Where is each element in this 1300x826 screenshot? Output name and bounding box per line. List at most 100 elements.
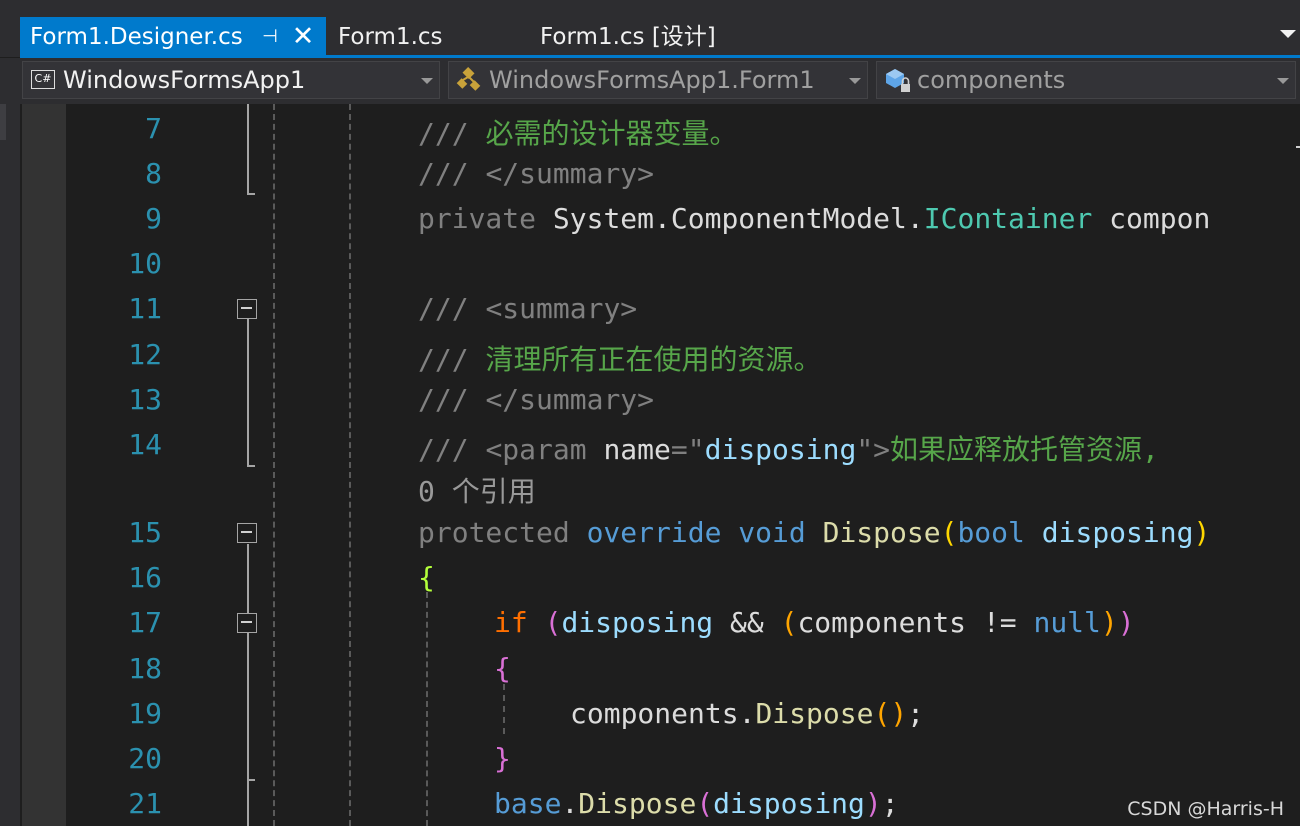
line-number: 9 (145, 202, 162, 235)
tab-label: Form1.Designer.cs (30, 24, 243, 50)
code-line-13: /// </summary> (418, 383, 654, 416)
codelens-references-link[interactable]: 0 个引用 (418, 470, 536, 510)
operator-and: && (713, 606, 781, 639)
navigation-bar: C# WindowsFormsApp1 WindowsFormsApp1.For… (0, 58, 1300, 104)
pin-icon[interactable]: ⊣ (258, 17, 282, 57)
left-scroll-strip (0, 104, 20, 826)
outline-line (247, 104, 249, 193)
code-line-8: /// </summary> (418, 157, 654, 190)
indent-guide (349, 104, 351, 826)
line-number: 7 (145, 112, 162, 145)
line-number: 10 (128, 247, 162, 280)
code-editor[interactable]: 7 8 9 10 11 12 13 14 15 16 17 18 19 20 2… (66, 104, 1300, 826)
paren-close: ) (1100, 606, 1118, 639)
code-line-11: /// <summary> (418, 292, 637, 325)
line-number: 8 (145, 157, 162, 190)
doc-comment-slashes: /// (418, 117, 486, 150)
code-line-14: /// <param name="disposing">如果应释放托管资源, (418, 428, 1159, 468)
keyword-override: override (569, 516, 722, 549)
line-number: 19 (128, 697, 162, 730)
paren-open: ( (780, 606, 798, 639)
paren-open: ( (696, 787, 714, 820)
outline-end-tick (247, 779, 255, 781)
keyword-private: private (418, 202, 537, 235)
paren-close: ) (1193, 516, 1211, 549)
overview-caret-mark (1296, 146, 1300, 148)
line-number: 11 (128, 292, 162, 325)
type-name: IContainer (923, 202, 1093, 235)
collapse-icon[interactable] (237, 299, 257, 319)
class-icon (456, 67, 481, 91)
scroll-marker (0, 104, 6, 140)
field-name: compon (1092, 202, 1211, 235)
method-call: Dispose (755, 697, 874, 730)
field-ref: components (797, 606, 967, 639)
code-line-20: } (494, 742, 511, 775)
keyword-null: null (1033, 606, 1101, 639)
outline-line (247, 544, 249, 826)
tab-list-dropdown-icon[interactable] (1280, 30, 1296, 38)
indent-guide (426, 592, 428, 826)
parameter-name: disposing (1024, 516, 1194, 549)
glyph-margin[interactable] (22, 104, 66, 826)
tab-form1-design[interactable]: Form1.cs [设计] (530, 17, 790, 55)
code-line-9: private System.ComponentModel.IContainer… (418, 202, 1210, 235)
dot: . (561, 787, 579, 820)
keyword-void: void (721, 516, 806, 549)
parameter-ref: disposing (713, 787, 865, 820)
brace-open: { (418, 561, 435, 594)
line-number: 14 (128, 428, 162, 461)
doc-comment-slashes: /// (418, 157, 486, 190)
collapse-icon[interactable] (237, 523, 257, 543)
paren-close: ) (1117, 606, 1135, 639)
doc-comment-slashes: /// (418, 433, 486, 466)
line-number: 21 (128, 787, 162, 820)
keyword-if: if (494, 606, 528, 639)
line-number: 13 (128, 383, 162, 416)
code-line-17: if (disposing && (components != null)) (494, 606, 1135, 639)
keyword-bool: bool (957, 516, 1025, 549)
line-number: 16 (128, 561, 162, 594)
watermark: CSDN @Harris-H (1127, 798, 1284, 820)
code-line-7: /// 必需的设计器变量。 (418, 112, 737, 152)
tab-label: Form1.cs [设计] (540, 24, 716, 50)
code-line-19: components.Dispose(); (570, 697, 924, 730)
project-dropdown[interactable]: C# WindowsFormsApp1 (22, 61, 440, 99)
doc-comment-tag-open: <param (485, 433, 587, 466)
dot: . (738, 697, 756, 730)
paren-close: ) (864, 787, 882, 820)
member-dropdown[interactable]: components (876, 61, 1296, 99)
indent-guide (503, 684, 505, 734)
doc-comment-text: 清理所有正在使用的资源。 (485, 343, 822, 376)
close-icon[interactable]: ✕ (288, 17, 318, 57)
type-dropdown[interactable]: WindowsFormsApp1.Form1 (448, 61, 868, 99)
doc-comment-attr: name (586, 433, 671, 466)
doc-comment-eq: =" (670, 433, 705, 466)
doc-comment-tag: <summary> (485, 292, 638, 325)
csharp-project-icon: C# (31, 70, 55, 89)
line-number: 20 (128, 742, 162, 775)
collapse-icon[interactable] (237, 613, 257, 633)
field-ref: components (570, 697, 739, 730)
paren-close: ) (890, 697, 908, 730)
doc-comment-slashes: /// (418, 383, 486, 416)
code-line-15: protected override void Dispose(bool dis… (418, 516, 1210, 549)
semicolon: ; (907, 697, 925, 730)
method-call: Dispose (578, 787, 697, 820)
namespace-text: System.ComponentModel. (536, 202, 924, 235)
tab-form1-cs[interactable]: Form1.cs (328, 17, 518, 55)
tab-form1-designer[interactable]: Form1.Designer.cs ⊣ ✕ (20, 17, 326, 55)
indent-guide (273, 104, 275, 826)
paren-open: ( (940, 516, 958, 549)
code-line-18: { (494, 652, 511, 685)
outline-line (247, 309, 249, 465)
paren-open: ( (544, 606, 562, 639)
private-field-icon (886, 69, 910, 92)
code-line-21: base.Dispose(disposing); (494, 787, 899, 820)
code-line-16: { (418, 561, 435, 594)
project-dropdown-label: WindowsFormsApp1 (63, 66, 306, 94)
tab-label: Form1.cs (338, 24, 443, 50)
line-number: 17 (128, 606, 162, 639)
doc-comment-attr-value: disposing (704, 433, 857, 466)
